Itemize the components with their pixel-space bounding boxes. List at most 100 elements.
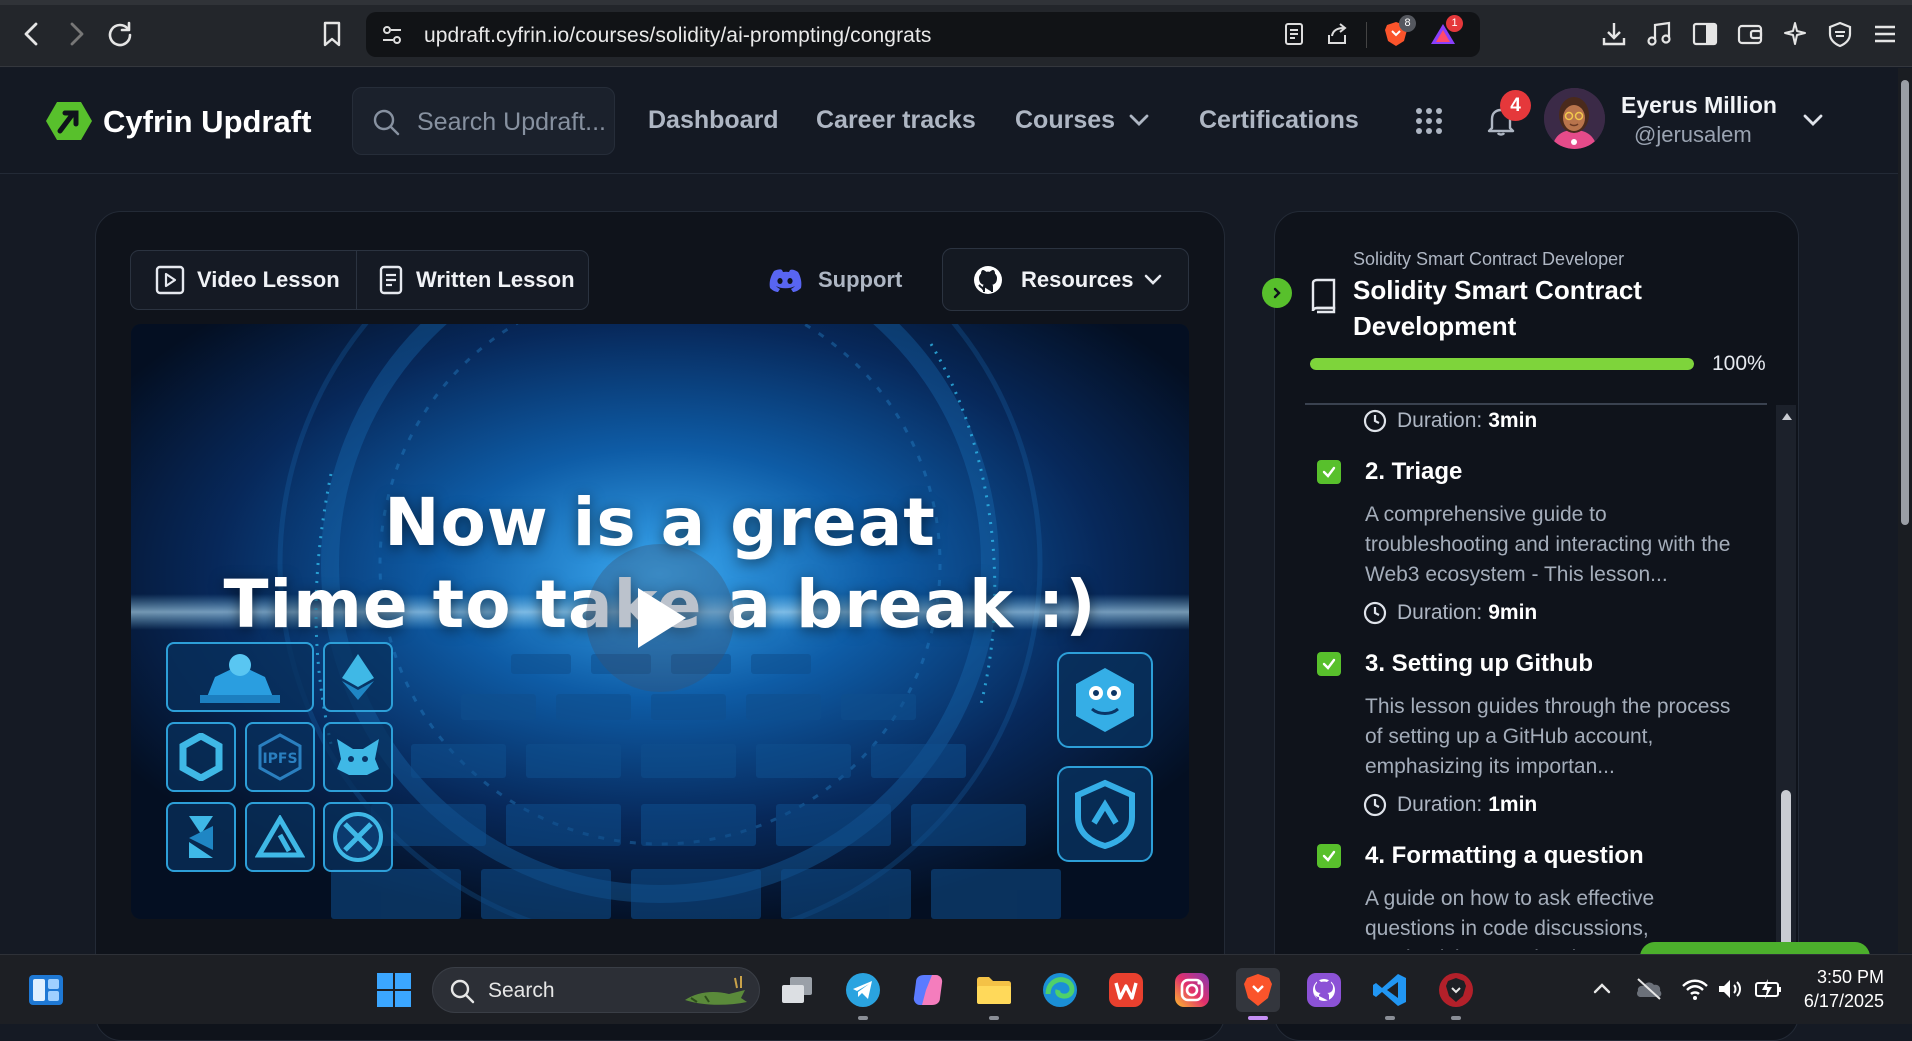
user-avatar[interactable] — [1544, 88, 1605, 149]
account-chevron-down-icon[interactable] — [1802, 112, 1824, 128]
onedrive-offline-icon[interactable] — [1634, 977, 1664, 1001]
telegram-icon[interactable] — [841, 968, 885, 1012]
tray-chevron-up-icon[interactable] — [1592, 981, 1612, 995]
back-button[interactable] — [14, 16, 50, 52]
cyfrin-logo-icon[interactable] — [46, 101, 92, 141]
browser-toolbar: updraft.cyfrin.io/courses/solidity/ai-pr… — [0, 0, 1912, 67]
tile-frog-icon — [1057, 652, 1153, 748]
nav-certifications[interactable]: Certifications — [1199, 106, 1359, 135]
downloads-icon[interactable] — [1598, 18, 1630, 50]
checkmark-icon — [1322, 658, 1336, 670]
forward-button[interactable] — [58, 16, 94, 52]
video-play-icon — [155, 265, 185, 295]
share-icon[interactable] — [1321, 18, 1353, 50]
site-header: Cyfrin Updraft Dashboard Career tracks C… — [0, 68, 1912, 174]
tab-written-lesson[interactable]: Written Lesson — [378, 251, 575, 309]
play-button[interactable] — [586, 544, 734, 692]
lesson-3-title[interactable]: 3. Setting up Github — [1365, 650, 1593, 678]
checkmark-icon — [1322, 466, 1336, 478]
nav-courses[interactable]: Courses — [1015, 106, 1115, 135]
clock-time[interactable]: 3:50 PM — [1817, 967, 1884, 988]
taskbar-search-label: Search — [488, 979, 555, 1002]
duration-prefix: Duration: — [1397, 409, 1483, 432]
course-progress-bar — [1310, 358, 1694, 370]
github-icon — [974, 266, 1002, 294]
copilot-icon[interactable] — [906, 968, 950, 1012]
brave-rewards-icon[interactable]: 1 — [1427, 15, 1463, 50]
tab-video-lesson[interactable]: Video Lesson — [155, 251, 340, 309]
file-explorer-icon[interactable] — [972, 968, 1016, 1012]
edge-icon[interactable] — [1038, 968, 1082, 1012]
tile-mascot-icon — [166, 642, 314, 712]
tile-arbitrum-icon — [245, 802, 315, 872]
lesson-2-checkbox[interactable] — [1317, 460, 1341, 484]
media-icon[interactable] — [1643, 18, 1675, 50]
lesson-4-checkbox[interactable] — [1317, 844, 1341, 868]
site-search-box[interactable] — [352, 87, 615, 155]
nav-dashboard[interactable]: Dashboard — [648, 106, 779, 135]
explorer-running-indicator — [989, 1016, 999, 1020]
lesson-1-duration: Duration: 3min — [1363, 407, 1537, 435]
address-bar[interactable]: updraft.cyfrin.io/courses/solidity/ai-pr… — [366, 12, 1480, 57]
brave-active-indicator — [1248, 1016, 1268, 1020]
support-button[interactable]: Support — [768, 264, 902, 296]
nav-career-tracks[interactable]: Career tracks — [816, 106, 976, 135]
browser-menu-icon[interactable] — [1869, 18, 1901, 50]
lesson-4-title[interactable]: 4. Formatting a question — [1365, 842, 1644, 870]
lesson-3-checkbox[interactable] — [1317, 652, 1341, 676]
widgets-icon[interactable] — [24, 968, 68, 1012]
brave-browser-icon[interactable] — [1236, 968, 1280, 1012]
task-view-icon[interactable] — [775, 968, 819, 1012]
logo-text[interactable]: Cyfrin Updraft — [103, 104, 311, 140]
video-player[interactable]: Now is a great Time to take a break :) I… — [131, 324, 1189, 919]
course-track-label: Solidity Smart Contract Developer — [1353, 249, 1625, 269]
back-arrow-icon — [24, 22, 38, 46]
sidebar-collapse-button[interactable] — [1262, 278, 1292, 308]
tab-video-lesson-label: Video Lesson — [197, 267, 340, 292]
wifi-icon[interactable] — [1681, 977, 1709, 1001]
tile-ipfs-icon: IPFS — [245, 722, 315, 792]
bookmark-button[interactable] — [314, 16, 350, 52]
svg-text:IPFS: IPFS — [262, 751, 297, 767]
telegram-running-indicator — [858, 1016, 868, 1020]
lesson-type-tabs: Video Lesson Written Lesson — [130, 250, 589, 310]
windows-taskbar: Search 3:50 PM 6/17/2025 — [0, 954, 1912, 1024]
resources-dropdown[interactable]: Resources — [942, 248, 1189, 311]
page-scroll-thumb[interactable] — [1901, 80, 1909, 525]
page-scrollbar[interactable] — [1898, 68, 1912, 953]
brave-nightly-icon[interactable] — [1434, 968, 1478, 1012]
search-input[interactable] — [417, 106, 607, 138]
user-name[interactable]: Eyerus Million — [1621, 92, 1777, 119]
lesson-2-duration: Duration: 9min — [1363, 599, 1537, 627]
apps-grid-icon[interactable] — [1415, 107, 1443, 135]
course-title[interactable]: Solidity Smart Contract Development — [1353, 272, 1683, 344]
duration-prefix: Duration: — [1397, 601, 1483, 624]
tile-chainlink-icon — [166, 722, 236, 792]
start-windows-icon[interactable] — [372, 968, 416, 1012]
leo-ai-icon[interactable] — [1779, 18, 1811, 50]
search-icon — [450, 979, 475, 1004]
resources-chevron-down-icon — [1144, 274, 1162, 285]
lesson-2-title[interactable]: 2. Triage — [1365, 458, 1462, 486]
vpn-shield-icon[interactable] — [1824, 18, 1856, 50]
reader-mode-icon[interactable] — [1278, 18, 1310, 50]
lesson-2-description: A comprehensive guide to troubleshooting… — [1365, 503, 1731, 586]
battery-charging-icon[interactable] — [1754, 977, 1784, 1001]
checkmark-icon — [1322, 850, 1336, 862]
reload-button[interactable] — [102, 16, 138, 52]
instagram-icon[interactable] — [1170, 968, 1214, 1012]
clock-date[interactable]: 6/17/2025 — [1804, 991, 1884, 1012]
forward-arrow-icon — [70, 22, 84, 46]
wallet-icon[interactable] — [1734, 18, 1766, 50]
vscode-icon[interactable] — [1368, 968, 1412, 1012]
lesson-list-scroll-thumb[interactable] — [1781, 790, 1791, 950]
volume-icon[interactable] — [1716, 977, 1744, 1001]
clock-icon — [1363, 793, 1387, 817]
courses-chevron-down-icon[interactable] — [1128, 112, 1150, 128]
taskbar-search[interactable]: Search — [432, 967, 760, 1013]
wps-office-icon[interactable] — [1104, 968, 1148, 1012]
duration-value: 3min — [1488, 409, 1538, 432]
github-desktop-icon[interactable] — [1302, 968, 1346, 1012]
brave-shields-icon[interactable]: 8 — [1380, 15, 1416, 50]
sidebar-toggle-icon[interactable] — [1689, 18, 1721, 50]
